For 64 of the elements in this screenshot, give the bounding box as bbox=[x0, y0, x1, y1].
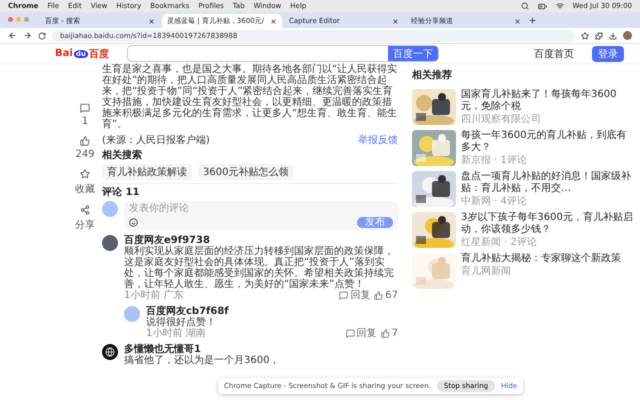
close-icon[interactable] bbox=[270, 18, 277, 24]
comment-text: 说得很好点赞！ bbox=[146, 317, 217, 328]
forward-icon[interactable] bbox=[23, 31, 32, 40]
user-avatar bbox=[124, 306, 140, 322]
download-icon[interactable] bbox=[609, 32, 617, 40]
like-icon[interactable] bbox=[80, 136, 90, 146]
report-link[interactable]: 举报反馈 bbox=[358, 133, 398, 147]
comment-icon[interactable] bbox=[339, 291, 348, 300]
user-name: 百度网友cb7f68f bbox=[146, 306, 230, 317]
close-icon[interactable] bbox=[148, 18, 155, 24]
news-source: 四川观察有限公司 bbox=[461, 114, 542, 125]
user-name: 多懂懒也无懂哥1 bbox=[124, 344, 201, 355]
action-label: 分享 bbox=[75, 218, 95, 232]
like-icon[interactable] bbox=[380, 329, 390, 338]
news-title[interactable]: 育儿补贴大揭秘：专家聊这个新政策 bbox=[461, 253, 621, 265]
news-source: 新京报 · 1评论 bbox=[461, 155, 528, 166]
reload-icon[interactable] bbox=[38, 32, 46, 40]
emoji-icon[interactable] bbox=[129, 218, 138, 227]
comment-icon[interactable] bbox=[80, 103, 90, 113]
search-icon[interactable] bbox=[520, 2, 529, 10]
new-tab-icon[interactable] bbox=[528, 16, 537, 25]
user-avatar bbox=[102, 201, 118, 217]
news-source: 育儿网新闻 bbox=[461, 266, 512, 277]
section-title: 相关搜索 bbox=[102, 150, 143, 162]
news-source: 红星新闻 · 2评论 bbox=[461, 237, 538, 248]
news-title[interactable]: 国家育儿补贴来了！每孩每年3600元，免除个税 bbox=[461, 89, 634, 113]
wifi-icon bbox=[556, 2, 564, 10]
user-avatar bbox=[102, 235, 118, 251]
news-source: 中新网 · 4评论 bbox=[461, 196, 528, 207]
action-label: 249 bbox=[75, 149, 95, 160]
bookmark-icon[interactable] bbox=[581, 32, 589, 40]
share-icon[interactable] bbox=[80, 205, 90, 215]
like-link[interactable]: 67 bbox=[374, 290, 398, 301]
article-source: (来源：人民日报客户端) bbox=[102, 134, 210, 147]
reply-link[interactable]: 回复 bbox=[339, 290, 370, 301]
user-name: 百度网友e9f9738 bbox=[124, 235, 211, 246]
news-title[interactable]: 盘点一项育儿补贴的好消息！国家级补贴：育儿补贴，不用交… bbox=[461, 171, 634, 195]
search-chip[interactable]: 育儿补贴政策解读 bbox=[102, 164, 192, 180]
profile-avatar[interactable] bbox=[623, 31, 632, 40]
action-label: 1 bbox=[82, 116, 88, 127]
article-paragraph: 生育是家之喜事，也是国之大事。期待各地各部门以“让人民获得实在好处”的期待，把人口高质量发展同人民高品质生活紧密结合起来，把“投资于物”同“投资于人”紧密结合起来，继续完善落实生育支持措施，加快建设生育友好型社会，以更精细、更温暖的政策措施来积极满足多元化的生育需求，让更多人“想生育、敢生育、能生育”。 bbox=[102, 64, 398, 130]
back-icon[interactable] bbox=[8, 31, 17, 40]
comment-text: 搞省他了，还以为是一个月3600， bbox=[124, 355, 280, 366]
news-title[interactable]: 3岁以下孩子每年3600元，育儿补贴启动，你该领多少钱？ bbox=[461, 212, 634, 236]
news-title[interactable]: 每孩一年3600元的育儿补贴，到底有多大？ bbox=[461, 130, 634, 154]
close-icon[interactable] bbox=[392, 18, 399, 24]
comment-time: 1小时前 湖南 bbox=[146, 328, 206, 339]
like-link[interactable]: 7 bbox=[380, 328, 398, 339]
action-label: 收藏 bbox=[75, 182, 95, 196]
comments-title: 评论 11 bbox=[102, 187, 140, 199]
close-icon[interactable] bbox=[514, 18, 521, 24]
search-chip[interactable]: 3600元补贴怎么领 bbox=[198, 164, 294, 180]
globe-icon bbox=[105, 347, 115, 357]
battery-icon bbox=[538, 2, 547, 10]
comment-text: 顺利实现从家庭层面的经济压力转移到国家层面的政策保障，这是家庭友好型社会的具体体现。真正把“投资于人”落到实处，让每个家庭都能感受到国家的关怀。希望相关政策持续完善，让年轻人敢生、愿生，为美好的“国家未来”点赞！ bbox=[124, 246, 395, 290]
reply-link[interactable]: 回复 bbox=[346, 328, 377, 339]
login-button[interactable]: 登录 bbox=[592, 46, 624, 62]
like-icon[interactable] bbox=[374, 291, 384, 300]
section-title: 相关推荐 bbox=[412, 70, 453, 82]
home-link[interactable]: 百度首页 bbox=[534, 46, 574, 60]
extensions-icon[interactable] bbox=[595, 32, 603, 40]
comment-icon[interactable] bbox=[346, 329, 355, 338]
comment-time: 1小时前 广东 bbox=[124, 290, 184, 301]
star-icon[interactable] bbox=[80, 169, 90, 179]
